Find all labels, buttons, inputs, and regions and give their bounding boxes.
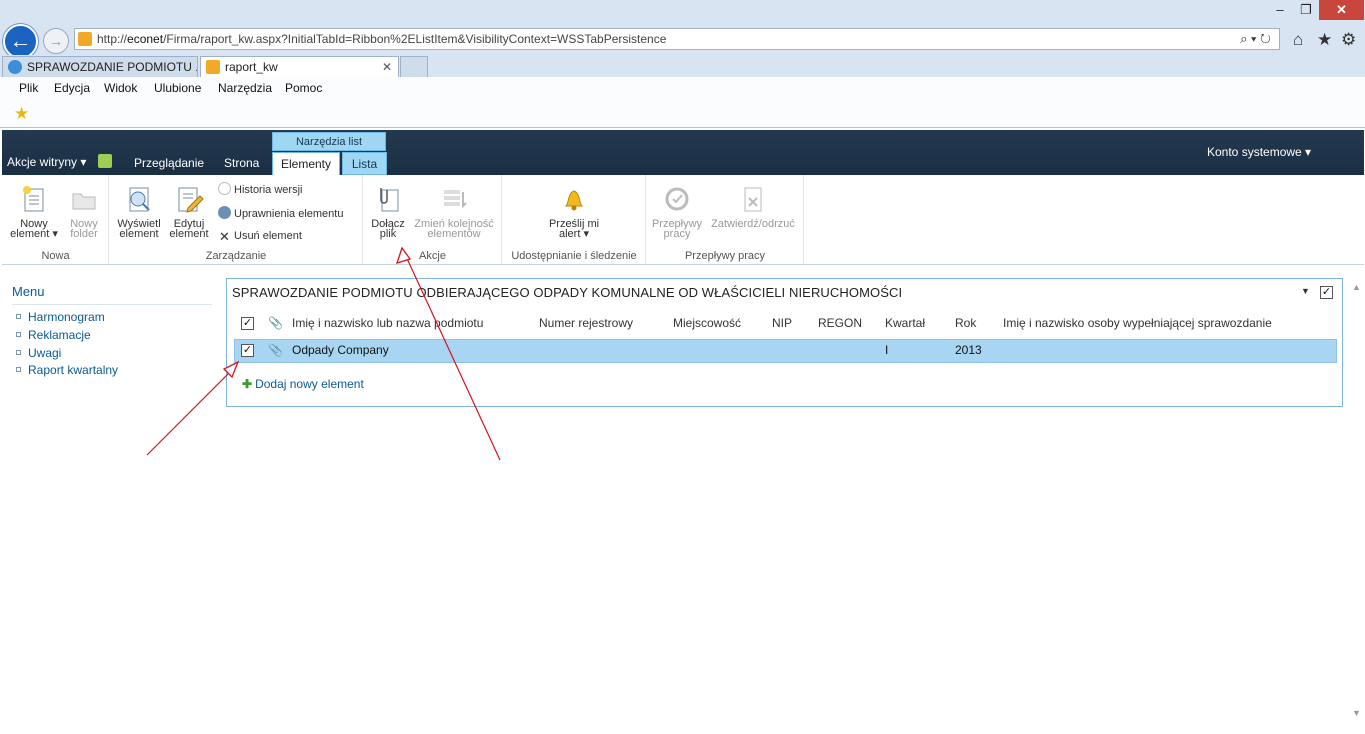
- annotation-arrow-line: [146, 365, 237, 456]
- annotation-arrow-line: [403, 251, 501, 461]
- annotation-arrows: [146, 246, 501, 461]
- annotation-arrowhead: [222, 360, 240, 379]
